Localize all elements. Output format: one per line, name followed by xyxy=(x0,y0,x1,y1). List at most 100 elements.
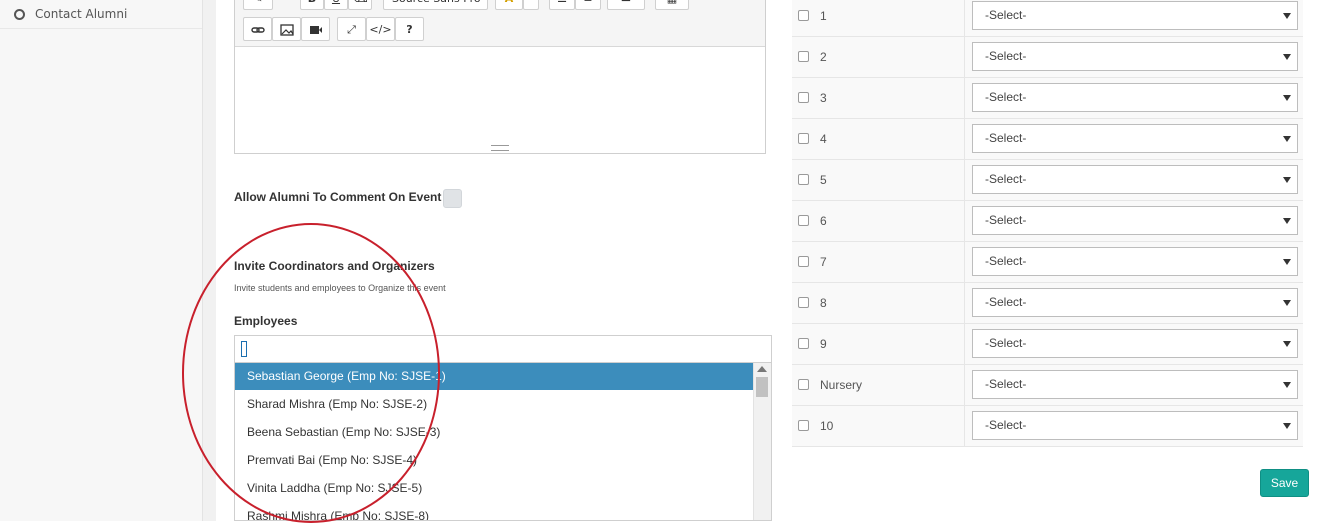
table-row: 4 -Select- xyxy=(792,119,1303,160)
grade-checkbox[interactable] xyxy=(798,256,809,267)
select-value: -Select- xyxy=(985,131,1027,145)
sidebar: Contact Alumni xyxy=(0,0,203,521)
select-value: -Select- xyxy=(985,49,1027,63)
column-divider xyxy=(964,365,965,405)
grade-checkbox[interactable] xyxy=(798,379,809,390)
grade-name: 1 xyxy=(820,9,827,23)
select-arrow-icon xyxy=(1283,54,1291,60)
column-divider xyxy=(964,119,965,159)
grade-name: 8 xyxy=(820,296,827,310)
grade-checkbox[interactable] xyxy=(798,10,809,21)
grade-select[interactable]: -Select- xyxy=(972,370,1298,399)
grade-select[interactable]: -Select- xyxy=(972,124,1298,153)
grade-select[interactable]: -Select- xyxy=(972,83,1298,112)
grade-checkbox[interactable] xyxy=(798,420,809,431)
rich-text-editor[interactable]: ✎ B U ⌫ Source Sans Pro A ☰ ≡ ▬ ▦ ⤢ </> … xyxy=(234,0,766,154)
select-value: -Select- xyxy=(985,8,1027,22)
select-value: -Select- xyxy=(985,336,1027,350)
grade-checkbox[interactable] xyxy=(798,297,809,308)
table-row: 6 -Select- xyxy=(792,201,1303,242)
grade-select[interactable]: -Select- xyxy=(972,42,1298,71)
table-row: 7 -Select- xyxy=(792,242,1303,283)
table-row: 8 -Select- xyxy=(792,283,1303,324)
ordered-list-icon[interactable]: ≡ xyxy=(575,0,601,10)
fullscreen-icon[interactable]: ⤢ xyxy=(337,17,366,41)
grade-select[interactable]: -Select- xyxy=(972,1,1298,30)
column-divider xyxy=(964,242,965,282)
table-row: 5 -Select- xyxy=(792,160,1303,201)
sidebar-item-label: Contact Alumni xyxy=(35,7,128,21)
grade-name: 2 xyxy=(820,50,827,64)
select-arrow-icon xyxy=(1283,341,1291,347)
column-divider xyxy=(964,201,965,241)
select-value: -Select- xyxy=(985,254,1027,268)
grade-select[interactable]: -Select- xyxy=(972,288,1298,317)
grade-select[interactable]: -Select- xyxy=(972,206,1298,235)
save-button[interactable]: Save xyxy=(1260,469,1309,497)
select-arrow-icon xyxy=(1283,423,1291,429)
red-circle-annotation xyxy=(182,223,440,523)
grade-checkbox[interactable] xyxy=(798,338,809,349)
table-icon[interactable]: ▦ xyxy=(655,0,689,10)
table-row: 2 -Select- xyxy=(792,37,1303,78)
select-arrow-icon xyxy=(1283,259,1291,265)
magic-wand-icon[interactable]: ✎ xyxy=(243,0,273,10)
grade-name: 4 xyxy=(820,132,827,146)
select-arrow-icon xyxy=(1283,300,1291,306)
select-value: -Select- xyxy=(985,295,1027,309)
link-icon[interactable] xyxy=(243,17,272,41)
table-row: Nursery -Select- xyxy=(792,365,1303,406)
grade-select[interactable]: -Select- xyxy=(972,247,1298,276)
scroll-up-icon[interactable] xyxy=(757,366,767,372)
list-scrollbar[interactable] xyxy=(753,363,771,520)
select-arrow-icon xyxy=(1283,382,1291,388)
allow-comment-toggle[interactable] xyxy=(443,189,462,208)
grade-name: 3 xyxy=(820,91,827,105)
select-value: -Select- xyxy=(985,213,1027,227)
grade-checkbox[interactable] xyxy=(798,92,809,103)
column-divider xyxy=(964,283,965,323)
column-divider xyxy=(964,406,965,446)
paragraph-icon[interactable]: ▬ xyxy=(607,0,645,10)
underline-icon[interactable]: U xyxy=(324,0,348,10)
table-row: 1 -Select- xyxy=(792,0,1303,37)
grade-name: 5 xyxy=(820,173,827,187)
grade-select[interactable]: -Select- xyxy=(972,329,1298,358)
editor-resize-handle[interactable] xyxy=(491,145,509,151)
font-dropdown[interactable]: Source Sans Pro xyxy=(383,0,488,10)
eraser-icon[interactable]: ⌫ xyxy=(348,0,372,10)
column-divider xyxy=(964,160,965,200)
scroll-thumb[interactable] xyxy=(756,377,768,397)
grade-name: Nursery xyxy=(820,378,863,392)
select-arrow-icon xyxy=(1283,13,1291,19)
code-view-button[interactable]: </> xyxy=(366,17,395,41)
grade-name: 7 xyxy=(820,255,827,269)
bold-icon[interactable]: B xyxy=(300,0,324,10)
select-arrow-icon xyxy=(1283,177,1291,183)
image-icon[interactable] xyxy=(272,17,301,41)
text-color-icon[interactable]: A xyxy=(495,0,523,10)
grade-checkbox[interactable] xyxy=(798,174,809,185)
grade-name: 10 xyxy=(820,419,834,433)
unordered-list-icon[interactable]: ☰ xyxy=(549,0,575,10)
sidebar-item-contact-alumni[interactable]: Contact Alumni xyxy=(0,0,202,29)
grade-checkbox[interactable] xyxy=(798,215,809,226)
table-row: 3 -Select- xyxy=(792,78,1303,119)
select-value: -Select- xyxy=(985,90,1027,104)
grade-name: 9 xyxy=(820,337,827,351)
color-caret-icon[interactable] xyxy=(523,0,539,10)
allow-comment-label: Allow Alumni To Comment On Event xyxy=(234,190,442,204)
select-arrow-icon xyxy=(1283,218,1291,224)
column-divider xyxy=(964,0,965,36)
video-icon[interactable] xyxy=(301,17,330,41)
column-divider xyxy=(964,324,965,364)
grade-select[interactable]: -Select- xyxy=(972,411,1298,440)
table-row: 9 -Select- xyxy=(792,324,1303,365)
grade-name: 6 xyxy=(820,214,827,228)
grade-checkbox[interactable] xyxy=(798,51,809,62)
help-button[interactable]: ? xyxy=(395,17,424,41)
grade-select[interactable]: -Select- xyxy=(972,165,1298,194)
circle-icon xyxy=(14,8,25,20)
grade-checkbox[interactable] xyxy=(798,133,809,144)
column-divider xyxy=(964,37,965,77)
